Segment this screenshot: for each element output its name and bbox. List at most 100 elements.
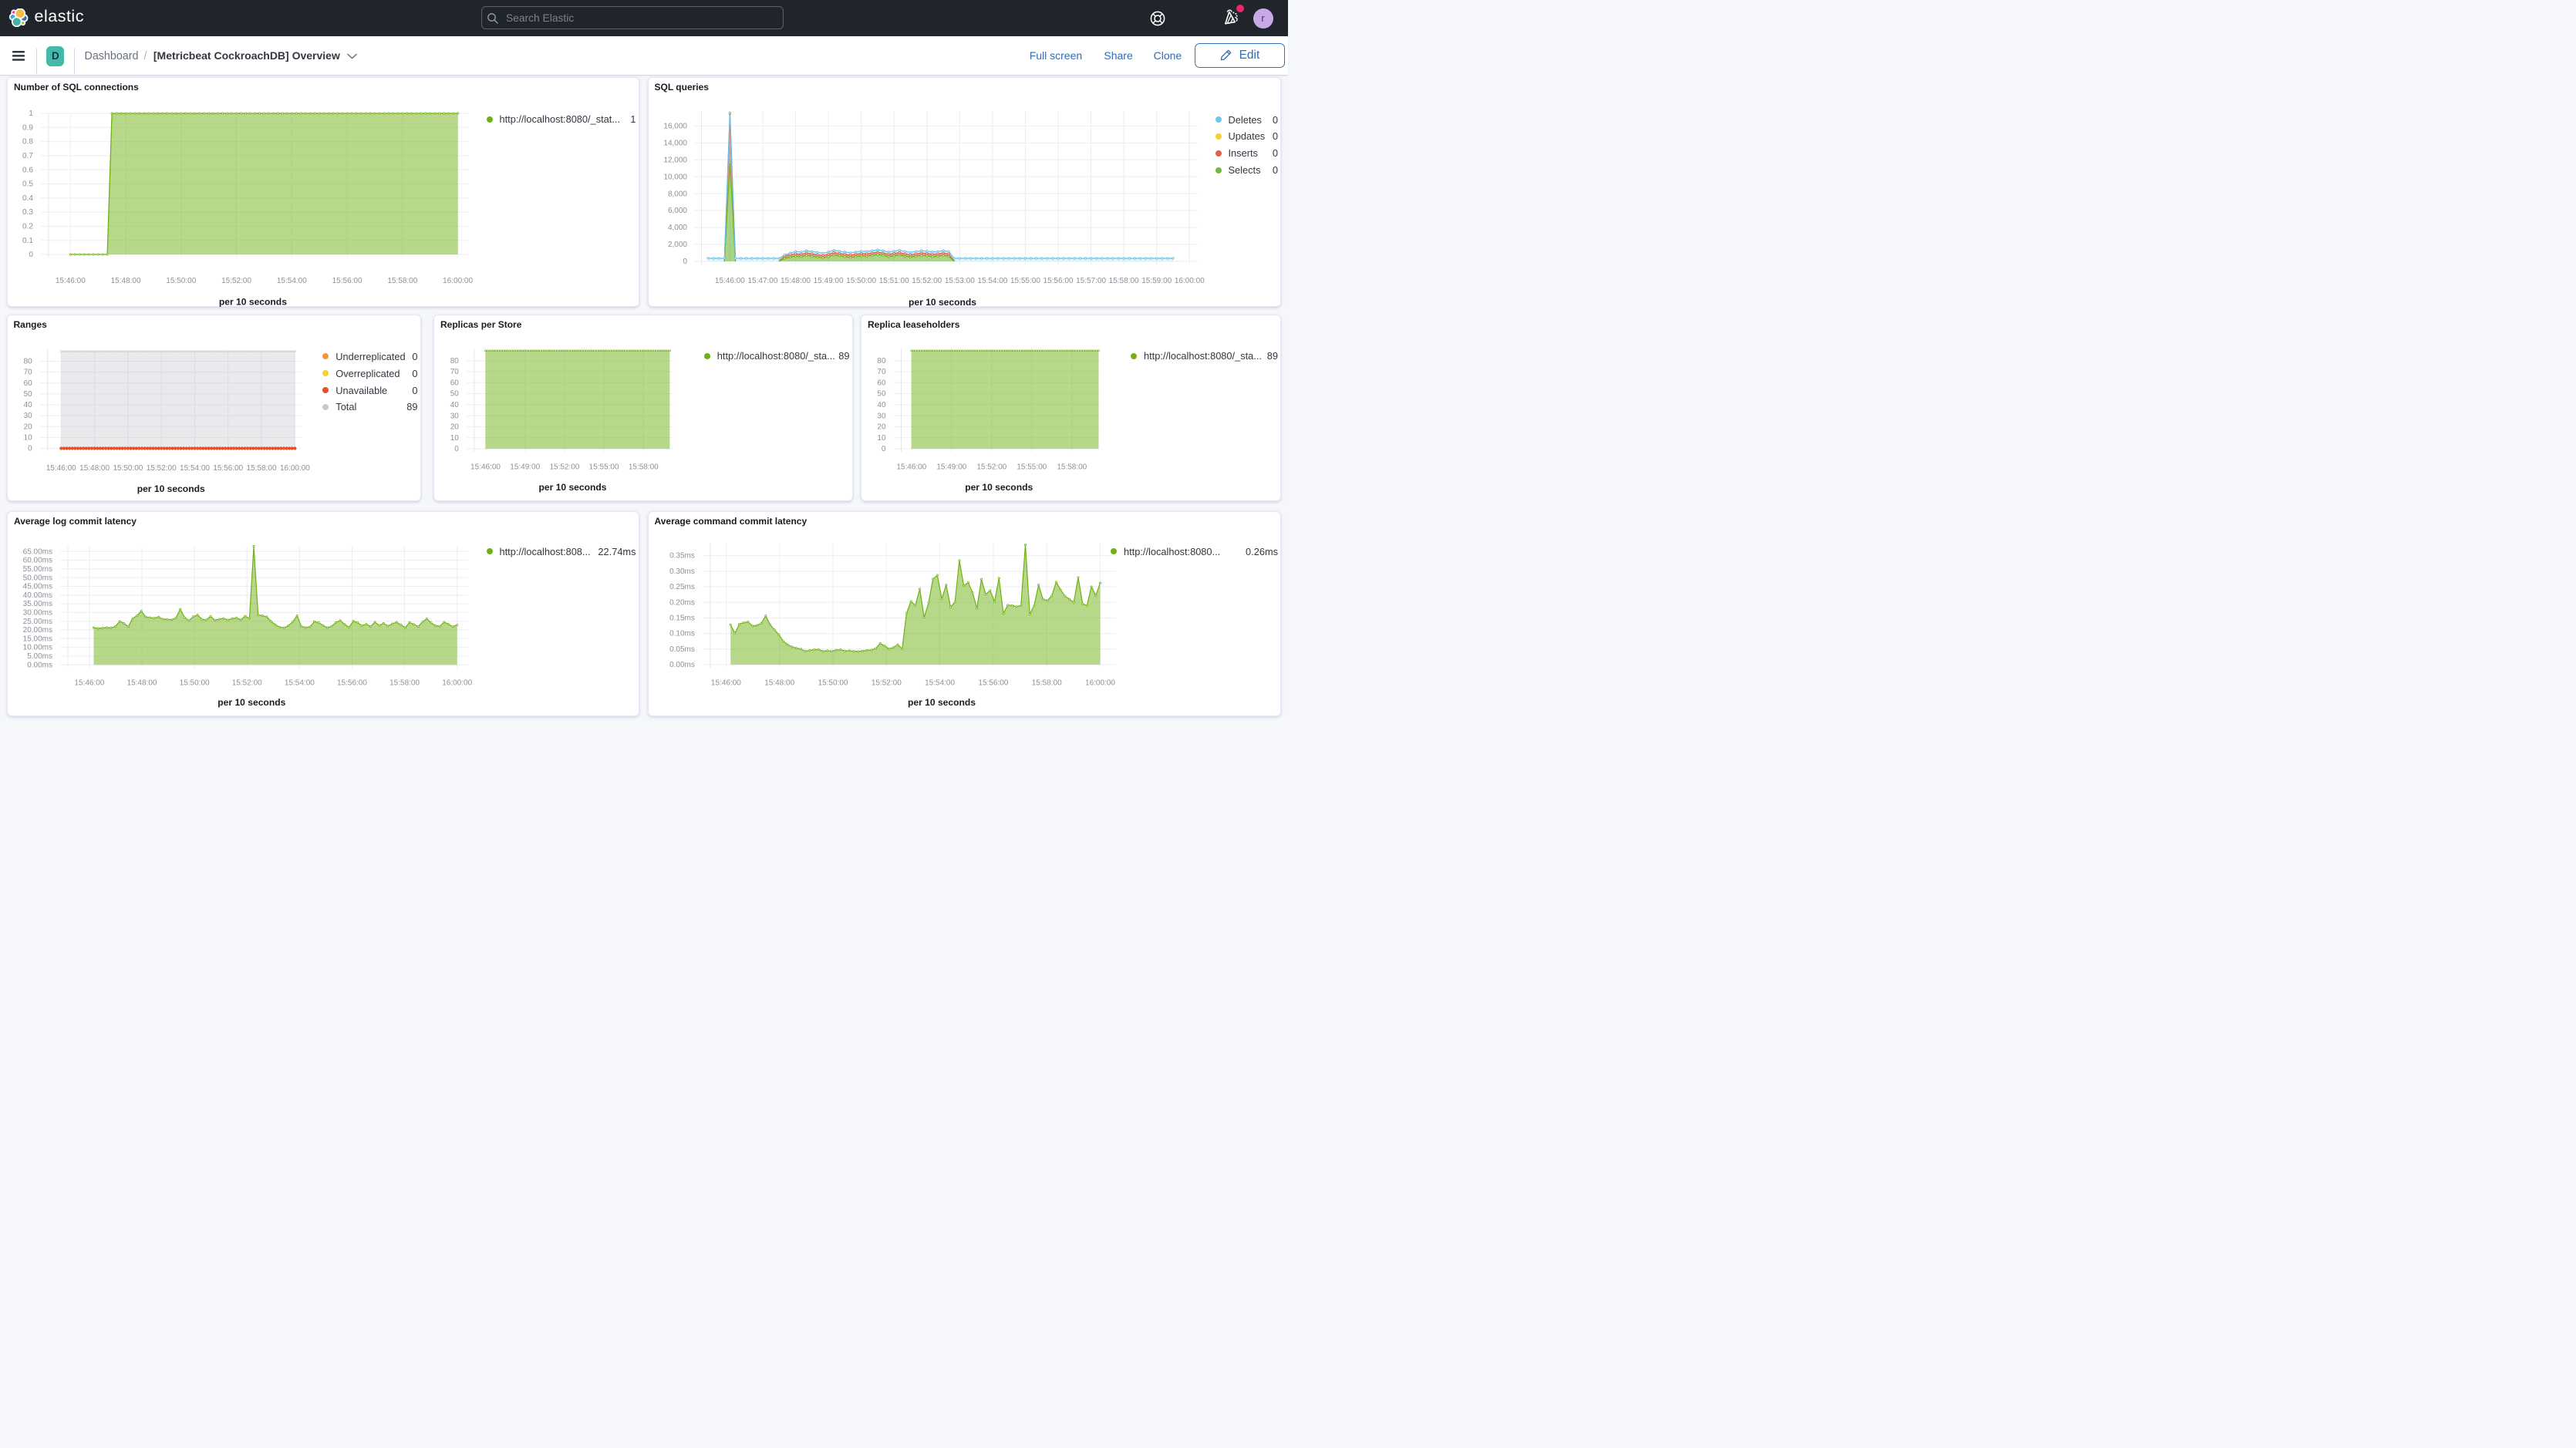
svg-text:15:48:00: 15:48:00: [79, 464, 110, 473]
svg-text:4,000: 4,000: [667, 224, 686, 232]
svg-text:15:50:00: 15:50:00: [818, 679, 848, 687]
svg-text:0.3: 0.3: [22, 208, 33, 217]
svg-text:per 10 seconds: per 10 seconds: [137, 483, 204, 494]
svg-text:55.00ms: 55.00ms: [23, 565, 52, 574]
svg-text:15:56:00: 15:56:00: [337, 679, 367, 687]
svg-text:0.30ms: 0.30ms: [669, 567, 695, 576]
svg-text:10.00ms: 10.00ms: [23, 644, 52, 652]
svg-text:0: 0: [454, 445, 459, 453]
svg-text:0: 0: [683, 258, 687, 266]
svg-text:20: 20: [450, 423, 460, 432]
svg-text:15:49:00: 15:49:00: [813, 277, 843, 285]
svg-text:15:52:00: 15:52:00: [221, 277, 251, 285]
svg-text:15:50:00: 15:50:00: [180, 679, 210, 687]
svg-text:0.7: 0.7: [22, 152, 33, 160]
svg-text:15:46:00: 15:46:00: [74, 679, 104, 687]
svg-text:15:54:00: 15:54:00: [277, 277, 307, 285]
svg-text:16:00:00: 16:00:00: [443, 277, 473, 285]
svg-text:16,000: 16,000: [663, 123, 687, 131]
svg-text:15:50:00: 15:50:00: [846, 277, 876, 285]
svg-text:15:48:00: 15:48:00: [127, 679, 157, 687]
svg-text:15:57:00: 15:57:00: [1076, 277, 1106, 285]
svg-text:40: 40: [450, 401, 460, 409]
svg-text:10: 10: [23, 433, 32, 442]
svg-text:15:58:00: 15:58:00: [389, 679, 420, 687]
svg-text:1: 1: [29, 109, 33, 118]
svg-text:15:46:00: 15:46:00: [470, 463, 501, 471]
svg-text:0.10ms: 0.10ms: [669, 630, 695, 638]
svg-text:6,000: 6,000: [667, 207, 686, 215]
svg-text:15:46:00: 15:46:00: [714, 277, 744, 285]
svg-text:15.00ms: 15.00ms: [23, 635, 52, 643]
svg-text:70: 70: [877, 368, 886, 376]
svg-text:0.6: 0.6: [22, 166, 33, 174]
svg-text:15:52:00: 15:52:00: [146, 464, 176, 473]
svg-text:40: 40: [877, 401, 886, 409]
svg-text:20: 20: [23, 423, 32, 431]
svg-text:10,000: 10,000: [663, 173, 687, 181]
svg-text:15:53:00: 15:53:00: [944, 277, 974, 285]
svg-text:15:46:00: 15:46:00: [896, 463, 926, 471]
svg-text:16:00:00: 16:00:00: [1174, 277, 1204, 285]
svg-text:15:52:00: 15:52:00: [549, 463, 579, 471]
svg-text:20: 20: [877, 423, 886, 432]
svg-text:50: 50: [23, 390, 32, 399]
svg-text:15:55:00: 15:55:00: [589, 463, 619, 471]
svg-text:15:56:00: 15:56:00: [978, 679, 1008, 687]
svg-text:0: 0: [29, 251, 33, 259]
svg-text:35.00ms: 35.00ms: [23, 600, 52, 608]
svg-text:50: 50: [450, 390, 460, 399]
svg-text:0.8: 0.8: [22, 138, 33, 146]
svg-text:15:46:00: 15:46:00: [46, 464, 76, 473]
svg-text:16:00:00: 16:00:00: [279, 464, 309, 473]
svg-text:15:46:00: 15:46:00: [56, 277, 86, 285]
svg-text:15:52:00: 15:52:00: [976, 463, 1006, 471]
svg-text:0.00ms: 0.00ms: [669, 661, 695, 669]
svg-text:10: 10: [450, 434, 460, 443]
svg-text:50.00ms: 50.00ms: [23, 574, 52, 582]
svg-text:0.5: 0.5: [22, 180, 33, 189]
svg-text:14,000: 14,000: [663, 139, 687, 147]
svg-text:per 10 seconds: per 10 seconds: [907, 697, 975, 708]
svg-text:per 10 seconds: per 10 seconds: [217, 697, 285, 708]
svg-text:16:00:00: 16:00:00: [442, 679, 472, 687]
svg-text:15:58:00: 15:58:00: [629, 463, 659, 471]
svg-text:15:52:00: 15:52:00: [912, 277, 942, 285]
svg-text:0.25ms: 0.25ms: [669, 583, 695, 591]
svg-text:30: 30: [877, 412, 886, 420]
svg-text:per 10 seconds: per 10 seconds: [539, 482, 607, 493]
svg-text:15:49:00: 15:49:00: [936, 463, 966, 471]
svg-text:30: 30: [23, 412, 32, 420]
svg-text:30.00ms: 30.00ms: [23, 609, 52, 618]
svg-text:0.15ms: 0.15ms: [669, 615, 695, 623]
svg-text:80: 80: [877, 357, 886, 365]
svg-text:15:50:00: 15:50:00: [113, 464, 143, 473]
svg-text:15:51:00: 15:51:00: [878, 277, 909, 285]
svg-text:per 10 seconds: per 10 seconds: [965, 482, 1033, 493]
svg-text:15:54:00: 15:54:00: [977, 277, 1007, 285]
svg-text:10: 10: [877, 434, 886, 443]
svg-text:0.4: 0.4: [22, 194, 33, 203]
svg-text:15:52:00: 15:52:00: [871, 679, 901, 687]
svg-text:60.00ms: 60.00ms: [23, 557, 52, 565]
svg-text:70: 70: [450, 368, 460, 376]
svg-text:0: 0: [28, 445, 32, 453]
svg-text:2,000: 2,000: [667, 241, 686, 249]
svg-text:15:58:00: 15:58:00: [1108, 277, 1138, 285]
svg-text:15:47:00: 15:47:00: [747, 277, 777, 285]
svg-text:15:56:00: 15:56:00: [1043, 277, 1073, 285]
svg-text:0.00ms: 0.00ms: [27, 661, 52, 669]
svg-text:per 10 seconds: per 10 seconds: [908, 297, 976, 308]
svg-text:0.1: 0.1: [22, 237, 33, 245]
svg-text:15:58:00: 15:58:00: [387, 277, 417, 285]
svg-text:15:54:00: 15:54:00: [180, 464, 210, 473]
svg-text:50: 50: [877, 390, 886, 399]
svg-text:15:59:00: 15:59:00: [1141, 277, 1172, 285]
svg-text:0.35ms: 0.35ms: [669, 552, 695, 561]
svg-text:70: 70: [23, 369, 32, 377]
svg-text:15:46:00: 15:46:00: [710, 679, 740, 687]
svg-text:0.20ms: 0.20ms: [669, 598, 695, 607]
svg-text:15:58:00: 15:58:00: [1057, 463, 1087, 471]
svg-text:60: 60: [23, 379, 32, 388]
svg-text:15:55:00: 15:55:00: [1017, 463, 1047, 471]
